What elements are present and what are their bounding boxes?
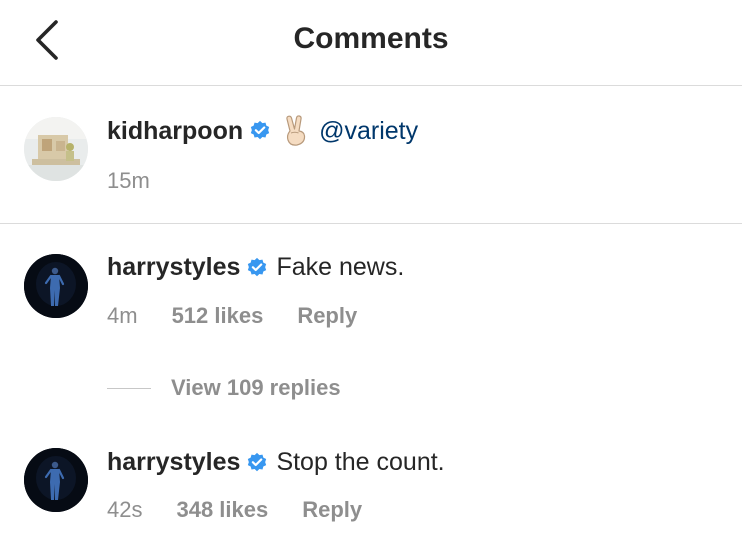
- verified-badge-icon: [249, 120, 271, 142]
- likes-count[interactable]: 512 likes: [172, 303, 264, 329]
- view-replies-label: View 109 replies: [171, 375, 341, 400]
- avatar-image: [24, 117, 88, 181]
- header-bar: Comments: [0, 0, 742, 86]
- timestamp: 42s: [107, 497, 143, 522]
- username[interactable]: harrystyles: [107, 448, 240, 477]
- avatar[interactable]: [24, 448, 88, 512]
- username[interactable]: harrystyles: [107, 253, 240, 282]
- comment-text: Fake news.: [276, 253, 405, 281]
- verified-badge-icon: [246, 257, 268, 279]
- avatar[interactable]: [24, 117, 88, 181]
- mention-link[interactable]: @variety: [319, 117, 418, 146]
- avatar-image: [24, 254, 88, 318]
- avatar-image: [24, 448, 88, 512]
- caption-meta: 15m: [107, 168, 150, 194]
- comment-text: Stop the count.: [276, 448, 445, 476]
- timestamp: 15m: [107, 168, 150, 193]
- reply-button[interactable]: Reply: [302, 497, 362, 523]
- caption-row: kidharpoon @variety 15m: [0, 87, 742, 224]
- comment-line: harrystyles Fake news.: [107, 253, 404, 282]
- comment-meta: 4m 512 likes Reply: [107, 303, 357, 329]
- verified-badge-icon: [246, 452, 268, 474]
- comment-line: harrystyles Stop the count.: [107, 448, 445, 477]
- view-replies-button[interactable]: View 109 replies: [107, 375, 341, 401]
- comment-meta: 42s 348 likes Reply: [107, 497, 362, 523]
- page-title: Comments: [293, 22, 449, 55]
- caption-line: kidharpoon @variety: [107, 115, 418, 147]
- replies-divider: [107, 387, 151, 389]
- likes-count[interactable]: 348 likes: [176, 497, 268, 523]
- victory-hand-icon: [281, 115, 311, 147]
- comments-screen: Comments kidharpoon @variety 15m harryst…: [0, 0, 742, 552]
- timestamp: 4m: [107, 303, 138, 328]
- avatar[interactable]: [24, 254, 88, 318]
- username[interactable]: kidharpoon: [107, 117, 243, 146]
- reply-button[interactable]: Reply: [297, 303, 357, 329]
